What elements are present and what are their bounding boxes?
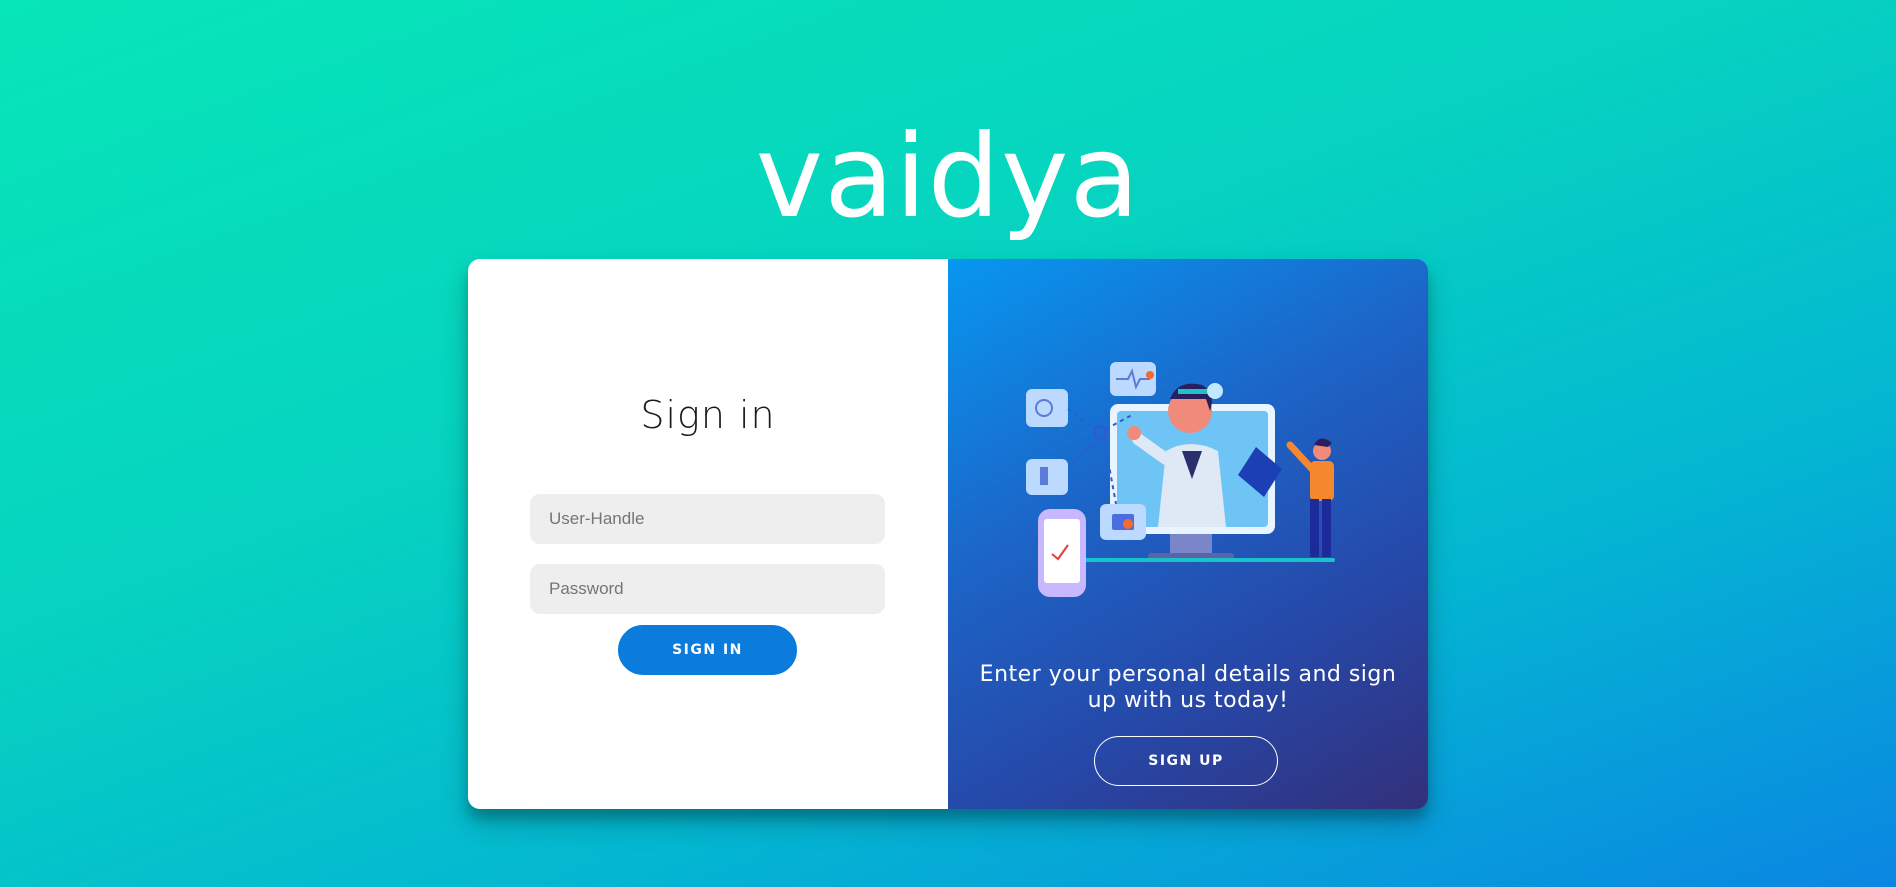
signup-panel: Enter your personal details and sign up … (948, 259, 1428, 809)
sign-up-button[interactable]: SIGN UP (1094, 736, 1278, 786)
signin-heading: Sign in (640, 393, 776, 437)
password-input[interactable] (530, 564, 885, 614)
user-handle-input[interactable] (530, 494, 885, 544)
signin-panel: Sign in SIGN IN (468, 259, 948, 809)
signup-promo-text: Enter your personal details and sign up … (979, 662, 1397, 713)
sign-in-button[interactable]: SIGN IN (618, 625, 797, 675)
app-logo-title: vaidya (755, 110, 1141, 243)
doctor-illustration-icon (1026, 362, 1335, 597)
auth-card: Sign in SIGN IN (468, 259, 1428, 809)
